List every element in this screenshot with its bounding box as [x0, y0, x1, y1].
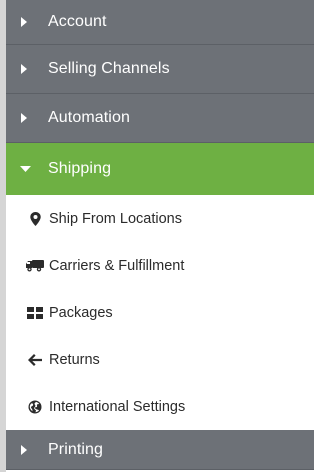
shipping-submenu: Ship From Locations Carriers & Fulfillme… — [6, 195, 314, 430]
section-shipping-label: Shipping — [48, 160, 112, 177]
submenu-item-carriers-fulfillment[interactable]: Carriers & Fulfillment — [6, 242, 314, 289]
globe-icon — [26, 399, 44, 415]
caret-right-icon — [20, 64, 38, 74]
submenu-item-ship-from-locations[interactable]: Ship From Locations — [6, 195, 314, 242]
submenu-item-label: International Settings — [49, 398, 186, 415]
grid-icon — [26, 305, 44, 321]
submenu-item-label: Packages — [49, 304, 113, 321]
section-automation[interactable]: Automation — [6, 94, 314, 143]
section-account[interactable]: Account — [6, 0, 314, 45]
caret-right-icon — [20, 113, 38, 123]
section-account-label: Account — [48, 13, 107, 30]
caret-down-icon — [20, 165, 38, 173]
settings-menu-frame: Account Selling Channels Automation Ship… — [0, 0, 314, 472]
submenu-item-packages[interactable]: Packages — [6, 289, 314, 336]
section-selling-channels-label: Selling Channels — [48, 60, 170, 77]
settings-menu: Account Selling Channels Automation Ship… — [6, 0, 314, 470]
truck-icon — [26, 258, 44, 274]
submenu-item-label: Returns — [49, 351, 100, 368]
caret-right-icon — [20, 17, 38, 27]
section-shipping[interactable]: Shipping — [6, 143, 314, 195]
map-marker-icon — [26, 211, 44, 227]
section-printing[interactable]: Printing — [6, 430, 314, 470]
submenu-item-label: Carriers & Fulfillment — [49, 257, 185, 274]
submenu-item-label: Ship From Locations — [49, 210, 182, 227]
section-printing-label: Printing — [48, 440, 104, 458]
caret-right-icon — [20, 444, 38, 455]
arrow-left-icon — [26, 352, 44, 368]
section-automation-label: Automation — [48, 109, 130, 126]
section-selling-channels[interactable]: Selling Channels — [6, 45, 314, 94]
submenu-item-returns[interactable]: Returns — [6, 336, 314, 383]
submenu-item-international-settings[interactable]: International Settings — [6, 383, 314, 430]
